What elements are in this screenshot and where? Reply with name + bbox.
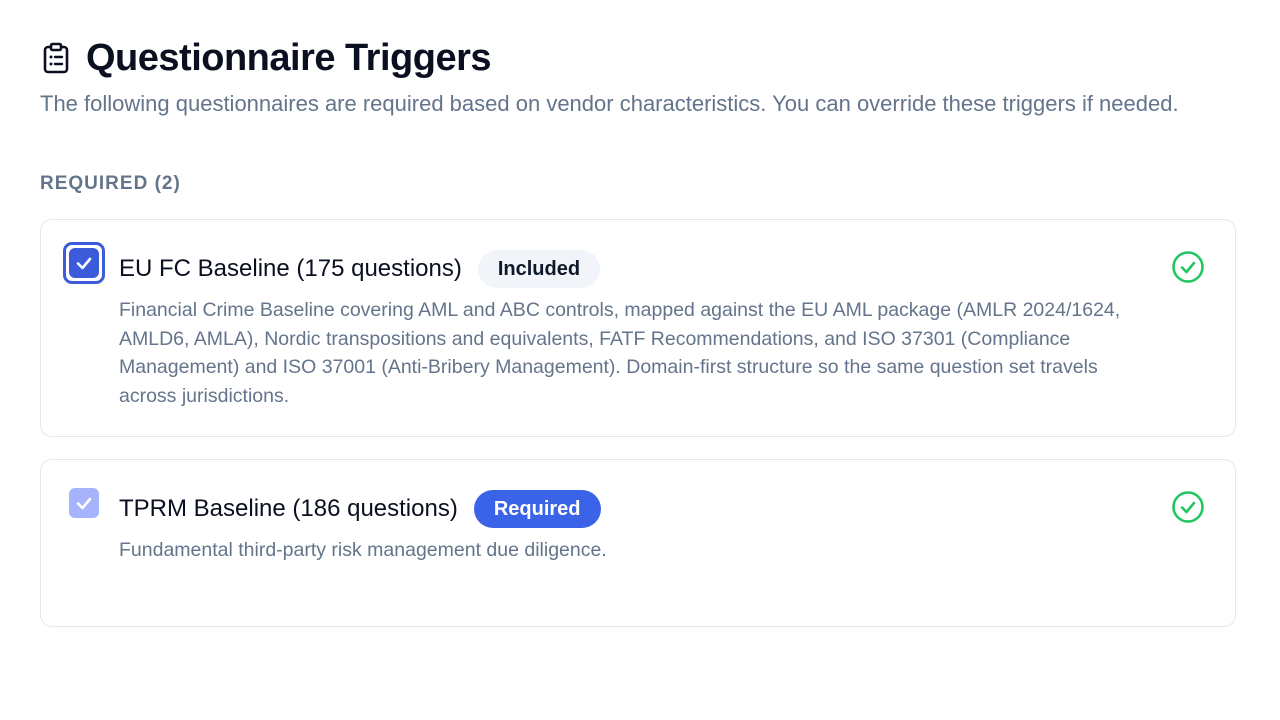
- questionnaire-card-eu-fc-baseline[interactable]: EU FC Baseline (175 questions) Included …: [40, 219, 1236, 437]
- checkmark-icon: [76, 497, 92, 510]
- checkbox-fill: [69, 248, 99, 278]
- clipboard-list-icon: [40, 42, 72, 74]
- questionnaire-description: Financial Crime Baseline covering AML an…: [119, 299, 1121, 407]
- page-title: Questionnaire Triggers: [86, 36, 492, 79]
- questionnaire-card-tprm-baseline[interactable]: TPRM Baseline (186 questions) Required F…: [40, 459, 1236, 627]
- status-badge: Included: [477, 250, 601, 288]
- page-header: Questionnaire Triggers: [40, 36, 1240, 80]
- page-subtitle: The following questionnaires are require…: [40, 91, 1179, 116]
- questionnaire-title: TPRM Baseline (186 questions): [119, 495, 458, 522]
- eu-fc-baseline-checkbox[interactable]: [63, 242, 105, 284]
- check-circle-icon: [1171, 490, 1205, 524]
- checkmark-icon: [76, 257, 92, 270]
- card-body: EU FC Baseline (175 questions) Included …: [119, 250, 1159, 410]
- questionnaire-description: Fundamental third-party risk management …: [119, 539, 607, 561]
- tprm-baseline-checkbox: [69, 488, 99, 518]
- check-circle-icon: [1171, 250, 1205, 284]
- card-title-row: EU FC Baseline (175 questions) Included: [119, 250, 1159, 288]
- card-body: TPRM Baseline (186 questions) Required F…: [119, 490, 1159, 565]
- card-title-row: TPRM Baseline (186 questions) Required: [119, 490, 1159, 528]
- questionnaire-triggers-page: Questionnaire Triggers The following que…: [0, 0, 1280, 720]
- section-label-required: REQUIRED (2): [40, 173, 181, 194]
- status-badge: Required: [473, 490, 601, 528]
- questionnaire-title: EU FC Baseline (175 questions): [119, 255, 462, 282]
